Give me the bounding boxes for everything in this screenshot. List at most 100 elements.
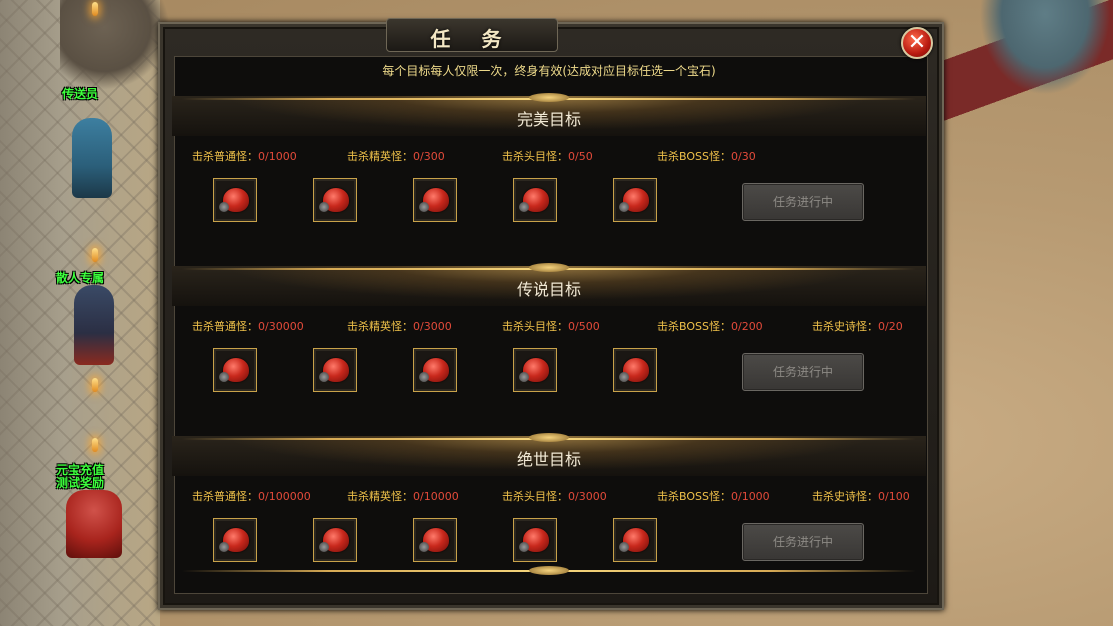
goal-label: 击杀精英怪： bbox=[347, 320, 413, 333]
torch-icon bbox=[92, 2, 98, 16]
red-gem-icon bbox=[419, 358, 449, 382]
section-title: 完美目标 bbox=[516, 110, 581, 129]
goal-progress: 0/1000 bbox=[258, 150, 297, 163]
goal-label: 击杀头目怪： bbox=[502, 320, 568, 333]
goal-progress: 0/50 bbox=[568, 150, 593, 163]
red-gem-icon bbox=[519, 528, 549, 552]
bottom-divider bbox=[172, 566, 926, 576]
gem-slot[interactable] bbox=[313, 348, 357, 392]
torch-icon bbox=[92, 378, 98, 392]
red-gem-icon bbox=[619, 358, 649, 382]
goal-label: 击杀精英怪： bbox=[347, 150, 413, 163]
gem-slot[interactable] bbox=[413, 348, 457, 392]
task-in-progress-button[interactable]: 任务进行中 bbox=[742, 183, 864, 221]
torch-icon bbox=[92, 248, 98, 262]
npc-recharge-reward[interactable] bbox=[66, 490, 122, 558]
red-gem-icon bbox=[319, 358, 349, 382]
divider-ornament bbox=[529, 93, 569, 102]
goal-item: 击杀BOSS怪：0/30 bbox=[657, 148, 756, 164]
task-in-progress-button[interactable]: 任务进行中 bbox=[742, 353, 864, 391]
gem-slot[interactable] bbox=[213, 348, 257, 392]
gem-slot[interactable] bbox=[513, 178, 557, 222]
goal-list: 击杀普通怪：0/1000 击杀精英怪：0/300 击杀头目怪：0/50 击杀BO… bbox=[192, 148, 932, 164]
red-gem-icon bbox=[319, 188, 349, 212]
section-legend-goal: 传说目标 击杀普通怪：0/30000 击杀精英怪：0/3000 击杀头目怪：0/… bbox=[172, 263, 926, 436]
goal-item: 击杀头目怪：0/3000 bbox=[502, 488, 607, 504]
goal-progress: 0/500 bbox=[568, 320, 600, 333]
red-gem-icon bbox=[219, 528, 249, 552]
goal-item: 击杀精英怪：0/10000 bbox=[347, 488, 459, 504]
section-header: 绝世目标 bbox=[172, 433, 926, 476]
goal-item: 击杀头目怪：0/50 bbox=[502, 148, 593, 164]
task-in-progress-button[interactable]: 任务进行中 bbox=[742, 523, 864, 561]
red-gem-icon bbox=[219, 188, 249, 212]
goal-item: 击杀头目怪：0/500 bbox=[502, 318, 600, 334]
market-stall bbox=[943, 0, 1113, 140]
npc-solo-player[interactable] bbox=[74, 285, 114, 365]
task-notice: 每个目标每人仅限一次，终身有效(达成对应目标任选一个宝石) bbox=[382, 64, 716, 78]
torch-icon bbox=[92, 438, 98, 452]
red-gem-icon bbox=[619, 528, 649, 552]
dead-tree bbox=[60, 0, 170, 90]
goal-label: 击杀BOSS怪： bbox=[657, 490, 731, 503]
goal-item: 击杀精英怪：0/300 bbox=[347, 148, 445, 164]
goal-item: 击杀普通怪：0/100000 bbox=[192, 488, 311, 504]
red-gem-icon bbox=[419, 188, 449, 212]
gem-slot[interactable] bbox=[513, 518, 557, 562]
red-gem-icon bbox=[519, 358, 549, 382]
section-perfect-goal: 完美目标 击杀普通怪：0/1000 击杀精英怪：0/300 击杀头目怪：0/50… bbox=[172, 93, 926, 266]
section-title: 绝世目标 bbox=[516, 450, 581, 469]
goal-item: 击杀BOSS怪：0/1000 bbox=[657, 488, 770, 504]
goal-label: 击杀精英怪： bbox=[347, 490, 413, 503]
goal-progress: 0/100000 bbox=[258, 490, 311, 503]
goal-label: 击杀头目怪： bbox=[502, 150, 568, 163]
gem-slot[interactable] bbox=[413, 178, 457, 222]
gem-slot[interactable] bbox=[613, 518, 657, 562]
goal-progress: 0/10000 bbox=[413, 490, 459, 503]
goal-item: 击杀史诗怪：0/20 bbox=[812, 318, 903, 334]
gem-slot[interactable] bbox=[213, 518, 257, 562]
dialog-title: 任 务 bbox=[430, 27, 514, 51]
gem-slot[interactable] bbox=[213, 178, 257, 222]
goal-label: 击杀史诗怪： bbox=[812, 320, 878, 333]
red-gem-icon bbox=[419, 528, 449, 552]
gem-slot[interactable] bbox=[413, 518, 457, 562]
goal-item: 击杀史诗怪：0/100 bbox=[812, 488, 910, 504]
goal-progress: 0/300 bbox=[413, 150, 445, 163]
goal-label: 击杀普通怪： bbox=[192, 150, 258, 163]
goal-label: 击杀普通怪： bbox=[192, 320, 258, 333]
red-gem-icon bbox=[619, 188, 649, 212]
npc-label-teleporter: 传送员 bbox=[61, 87, 98, 101]
goal-label: 击杀BOSS怪： bbox=[657, 150, 731, 163]
goal-progress: 0/200 bbox=[730, 320, 763, 333]
goal-item: 击杀普通怪：0/30000 bbox=[192, 318, 304, 334]
gem-slot[interactable] bbox=[613, 178, 657, 222]
gem-slot[interactable] bbox=[313, 518, 357, 562]
goal-label: 击杀普通怪： bbox=[192, 490, 258, 503]
gem-slot[interactable] bbox=[313, 178, 357, 222]
goal-progress: 0/3000 bbox=[413, 320, 452, 333]
npc-label-recharge: 元宝充值 测试奖励 bbox=[55, 463, 104, 490]
goal-item: 击杀精英怪：0/3000 bbox=[347, 318, 452, 334]
goal-list: 击杀普通怪：0/100000 击杀精英怪：0/10000 击杀头目怪：0/300… bbox=[192, 488, 932, 504]
red-gem-icon bbox=[519, 188, 549, 212]
goal-list: 击杀普通怪：0/30000 击杀精英怪：0/3000 击杀头目怪：0/500 击… bbox=[192, 318, 932, 334]
section-peerless-goal: 绝世目标 击杀普通怪：0/100000 击杀精英怪：0/10000 击杀头目怪：… bbox=[172, 433, 926, 606]
goal-progress: 0/20 bbox=[878, 320, 903, 333]
goal-progress: 0/30000 bbox=[258, 320, 304, 333]
gem-slot[interactable] bbox=[613, 348, 657, 392]
gem-slot[interactable] bbox=[513, 348, 557, 392]
npc-teleporter[interactable] bbox=[72, 118, 112, 198]
goal-label: 击杀BOSS怪： bbox=[657, 320, 731, 333]
close-button[interactable]: ✕ bbox=[901, 27, 933, 59]
goal-label: 击杀史诗怪： bbox=[812, 490, 878, 503]
goal-item: 击杀BOSS怪：0/200 bbox=[657, 318, 763, 334]
red-gem-icon bbox=[319, 528, 349, 552]
divider-ornament bbox=[529, 433, 569, 442]
goal-progress: 0/30 bbox=[730, 150, 756, 163]
section-header: 传说目标 bbox=[172, 263, 926, 306]
goal-label: 击杀头目怪： bbox=[502, 490, 568, 503]
section-header: 完美目标 bbox=[172, 93, 926, 136]
npc-label-solo: 散人专属 bbox=[55, 271, 104, 285]
section-title: 传说目标 bbox=[516, 280, 581, 299]
